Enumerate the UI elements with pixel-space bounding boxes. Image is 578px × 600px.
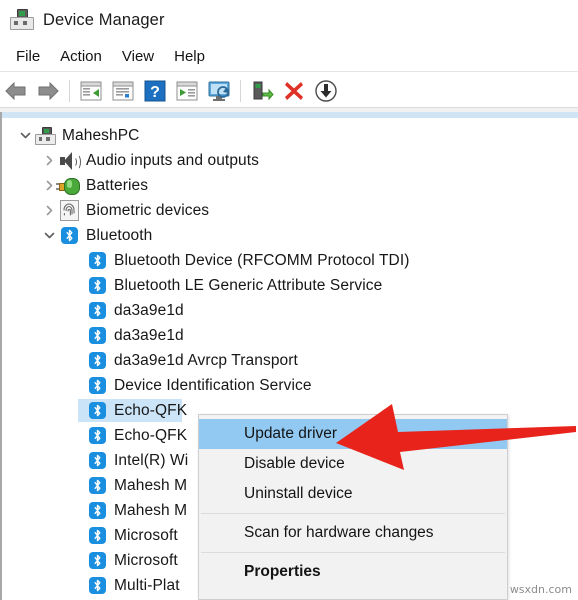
chevron-right-icon[interactable] xyxy=(40,198,58,223)
menu-action[interactable]: Action xyxy=(50,46,112,67)
window-title: Device Manager xyxy=(43,10,165,29)
bluetooth-icon xyxy=(86,450,108,472)
toolbar: ? xyxy=(0,71,578,109)
bluetooth-icon xyxy=(86,425,108,447)
tree-row-bluetooth[interactable]: Bluetooth xyxy=(2,223,578,248)
speaker-icon xyxy=(58,150,81,172)
tree-row-label: Bluetooth Device (RFCOMM Protocol TDI) xyxy=(114,251,410,269)
toolbar-separator-2 xyxy=(240,79,241,102)
context-menu-separator-2 xyxy=(201,552,505,553)
red-x-icon[interactable] xyxy=(280,77,308,105)
context-menu-item-uninstall-device[interactable]: Uninstall device xyxy=(199,479,507,509)
tree-row-label: Intel(R) Wi xyxy=(114,451,189,469)
tree-row-biometric-devices[interactable]: Biometric devices xyxy=(2,198,578,223)
tree-row-label: da3a9e1d xyxy=(114,301,184,319)
computer-icon xyxy=(34,125,56,147)
back-button[interactable] xyxy=(2,77,30,105)
menu-help[interactable]: Help xyxy=(164,46,215,67)
tree-row-bluetooth-le-gatt[interactable]: Bluetooth LE Generic Attribute Service xyxy=(2,273,578,298)
tree-row-label: Audio inputs and outputs xyxy=(86,151,260,169)
bluetooth-icon xyxy=(58,225,80,247)
context-menu-separator-1 xyxy=(201,513,505,514)
bluetooth-icon xyxy=(86,300,108,322)
menu-bar: File Action View Help xyxy=(0,42,578,70)
tree-row-label: Echo-QFK xyxy=(114,401,188,419)
tree-row-label: Microsoft xyxy=(114,526,178,544)
tree-row-label: Mahesh M xyxy=(114,501,188,519)
chevron-right-icon[interactable] xyxy=(40,148,58,173)
question-mark-icon[interactable]: ? xyxy=(141,77,169,105)
context-menu: Update driver Disable device Uninstall d… xyxy=(198,414,508,600)
tree-row-label: Microsoft xyxy=(114,551,178,569)
toolbar-separator-1 xyxy=(69,79,70,102)
tree-row-label: Mahesh M xyxy=(114,476,188,494)
enable-device-icon[interactable] xyxy=(248,77,276,105)
tree-row-maheshpc[interactable]: MaheshPC xyxy=(2,123,578,148)
title-bar: Device Manager xyxy=(0,0,578,40)
bluetooth-icon xyxy=(86,500,108,522)
console-tree-icon[interactable] xyxy=(77,77,105,105)
bluetooth-icon xyxy=(86,475,108,497)
tree-row-label: Biometric devices xyxy=(86,201,210,219)
menu-file[interactable]: File xyxy=(6,46,50,67)
tree-row-device-identification-service[interactable]: Device Identification Service xyxy=(2,373,578,398)
tree-row-bluetooth-device-rfcomm[interactable]: Bluetooth Device (RFCOMM Protocol TDI) xyxy=(2,248,578,273)
bluetooth-icon xyxy=(86,375,108,397)
tree-row-label: Echo-QFK xyxy=(114,426,188,444)
tree-row-label: Device Identification Service xyxy=(114,376,312,394)
properties-window-icon[interactable] xyxy=(109,77,137,105)
tree-row-label: Bluetooth xyxy=(86,226,153,244)
tree-row-batteries[interactable]: Batteries xyxy=(2,173,578,198)
tree-row-label: da3a9e1d xyxy=(114,326,184,344)
context-menu-item-scan-for-hardware-changes[interactable]: Scan for hardware changes xyxy=(199,518,507,548)
chevron-down-icon[interactable] xyxy=(16,123,34,148)
bluetooth-icon xyxy=(86,550,108,572)
bluetooth-icon xyxy=(86,250,108,272)
tree-row-label: Batteries xyxy=(86,176,149,194)
svg-text:?: ? xyxy=(150,84,160,101)
chevron-right-icon[interactable] xyxy=(40,173,58,198)
tree-top-strip xyxy=(2,112,578,118)
bluetooth-icon xyxy=(86,325,108,347)
bluetooth-icon xyxy=(86,350,108,372)
chevron-down-icon[interactable] xyxy=(40,223,58,248)
tree-row-label: MaheshPC xyxy=(62,126,140,144)
tree-row-da3a9e1d-avrcp-transport[interactable]: da3a9e1d Avrcp Transport xyxy=(2,348,578,373)
bluetooth-icon xyxy=(86,275,108,297)
context-menu-item-disable-device[interactable]: Disable device xyxy=(199,449,507,479)
tree-row-da3a9e1d-2[interactable]: da3a9e1d xyxy=(2,323,578,348)
menu-view[interactable]: View xyxy=(112,46,164,67)
monitor-update-icon[interactable] xyxy=(205,77,233,105)
context-menu-item-update-driver[interactable]: Update driver xyxy=(199,419,507,449)
tree-row-label: Bluetooth LE Generic Attribute Service xyxy=(114,276,383,294)
tree-row-label: da3a9e1d Avrcp Transport xyxy=(114,351,298,369)
context-menu-item-properties[interactable]: Properties xyxy=(199,557,507,587)
tree-row-audio-inputs-and-outputs[interactable]: Audio inputs and outputs xyxy=(2,148,578,173)
scan-hardware-icon[interactable] xyxy=(173,77,201,105)
down-arrow-circle-icon[interactable] xyxy=(312,77,340,105)
bluetooth-icon xyxy=(86,575,108,597)
fingerprint-icon xyxy=(58,200,80,222)
tree-row-da3a9e1d-1[interactable]: da3a9e1d xyxy=(2,298,578,323)
bluetooth-icon xyxy=(86,525,108,547)
forward-button[interactable] xyxy=(34,77,62,105)
battery-icon xyxy=(55,175,80,197)
tree-row-label: Multi-Plat xyxy=(114,576,180,594)
computer-icon xyxy=(8,7,34,33)
bluetooth-icon xyxy=(86,400,108,422)
watermark: wsxdn.com xyxy=(509,583,572,596)
